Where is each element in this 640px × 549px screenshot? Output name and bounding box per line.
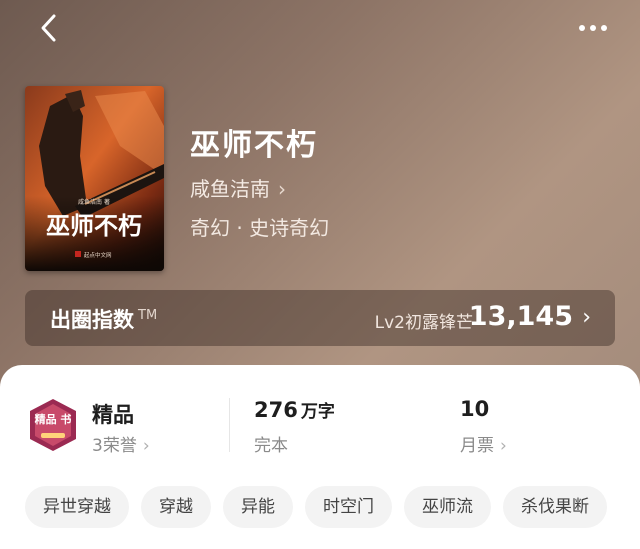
tag-chip[interactable]: 时空门 [305, 486, 392, 528]
stat-divider [229, 398, 230, 452]
tag-list: 异世穿越 穿越 异能 时空门 巫师流 杀伐果断 [25, 486, 640, 528]
author-link[interactable]: 咸鱼洁南 › [190, 173, 286, 202]
trademark-mark: TM [138, 308, 158, 323]
index-value: 13,145 [468, 301, 573, 332]
popularity-index-bar[interactable]: 出圈指数 TM Lv2初露锋芒 13,145 › [25, 290, 615, 346]
back-button[interactable] [34, 12, 66, 44]
chevron-right-icon: › [500, 436, 507, 456]
book-title: 巫师不朽 [190, 128, 318, 163]
book-genre: 奇幻 · 史诗奇幻 [190, 216, 330, 240]
chevron-left-icon [41, 14, 56, 42]
index-label-group: 出圈指数 TM [50, 304, 157, 334]
monthly-ticket-label: 月票 [460, 436, 494, 456]
cover-author-text: 咸鱼洁南 著 [78, 198, 110, 206]
badge-text: 精品 书 [35, 412, 72, 426]
more-button[interactable] [572, 12, 616, 44]
cover-title-text: 巫师不朽 [46, 212, 142, 240]
word-count-value: 276 [254, 398, 298, 422]
word-count-unit: 万字 [300, 402, 335, 422]
tag-chip[interactable]: 巫师流 [404, 486, 491, 528]
monthly-ticket-count: 10 [460, 397, 490, 421]
author-name: 咸鱼洁南 [190, 177, 270, 201]
tag-chip[interactable]: 杀伐果断 [503, 486, 607, 528]
honors-link[interactable]: 3荣誉 › [92, 431, 150, 456]
completion-status: 完本 [254, 436, 288, 456]
chevron-right-icon: › [142, 436, 150, 456]
chevron-right-icon: › [278, 177, 286, 201]
chevron-right-icon: › [582, 305, 591, 330]
index-level: Lv2初露锋芒 [374, 313, 473, 333]
tag-chip[interactable]: 异世穿越 [25, 486, 129, 528]
book-cover[interactable]: 咸鱼洁南 著 巫师不朽 起点中文网 [25, 86, 164, 271]
more-dots-icon [579, 25, 607, 31]
monthly-ticket-link[interactable]: 月票 › [460, 431, 507, 456]
index-label: 出圈指数 [50, 308, 134, 332]
quality-badge-icon: 精品 书 [27, 397, 79, 453]
tag-chip[interactable]: 异能 [223, 486, 293, 528]
word-count: 276 万字 [254, 397, 335, 422]
book-cover-art: 咸鱼洁南 著 巫师不朽 起点中文网 [25, 86, 164, 271]
quality-label: 精品 [92, 403, 134, 427]
tag-chip[interactable]: 穿越 [141, 486, 211, 528]
honors-count: 3荣誉 [92, 436, 137, 456]
cover-publisher-text: 起点中文网 [84, 251, 112, 259]
